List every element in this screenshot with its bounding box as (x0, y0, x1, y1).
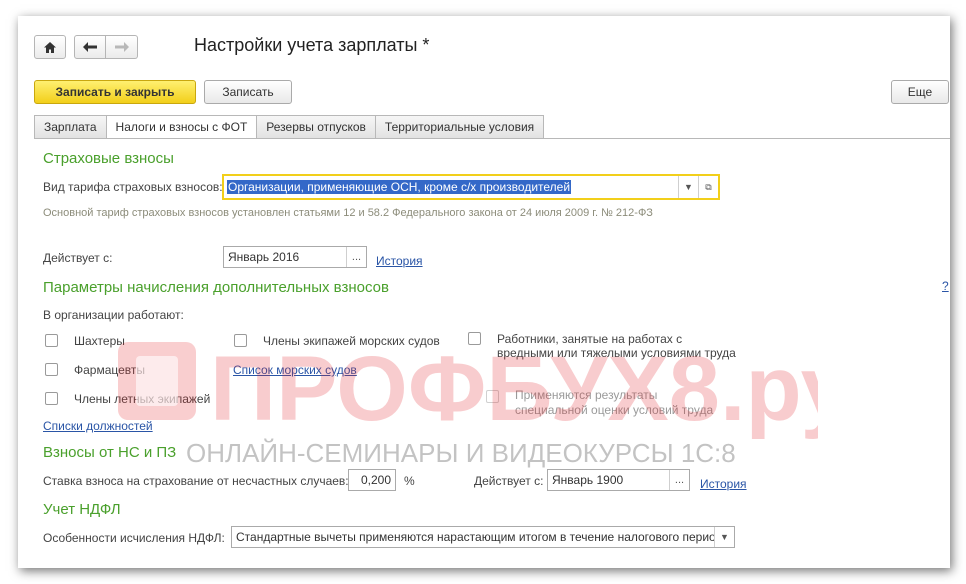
tab-bar: Зарплата Налоги и взносы с ФОТ Резервы о… (34, 115, 545, 139)
effective-date-value: Январь 2016 (228, 250, 300, 264)
section-ndfl: Учет НДФЛ (43, 501, 121, 518)
pharmacists-checkbox[interactable] (45, 363, 58, 376)
forward-button[interactable] (106, 35, 138, 59)
tab-territorial[interactable]: Территориальные условия (375, 115, 545, 139)
insurance-history-link[interactable]: История (376, 254, 423, 268)
help-link[interactable]: ? (942, 279, 949, 293)
tariff-value: Организации, применяющие ОСН, кроме с/х … (227, 180, 572, 194)
tab-divider (34, 138, 950, 139)
tariff-note: Основной тариф страховых взносов установ… (43, 207, 653, 219)
ships-list-link[interactable]: Список морских судов (233, 363, 357, 377)
accident-history-link[interactable]: История (700, 477, 747, 491)
open-window-icon: ⧉ (705, 181, 712, 192)
hazard-label-line2: вредными или тяжелыми условиями труда (497, 346, 736, 360)
watermark-tagline: ОНЛАЙН-СЕМИНАРЫ И ВИДЕОКУРСЫ 1С:8 (186, 438, 736, 468)
accident-rate-label: Ставка взноса на страхование от несчастн… (43, 474, 349, 488)
accident-effective-field[interactable]: Январь 1900 ... (547, 469, 690, 491)
arrow-right-icon (114, 42, 129, 52)
settings-window: Настройки учета зарплаты * Записать и за… (18, 16, 950, 568)
special-assessment-checkbox[interactable] (486, 390, 499, 403)
miners-checkbox[interactable] (45, 334, 58, 347)
page-title: Настройки учета зарплаты * (194, 35, 430, 55)
org-employs-label: В организации работают: (43, 308, 184, 322)
ndfl-calc-label: Особенности исчисления НДФЛ: (43, 531, 225, 545)
accident-date-picker[interactable]: ... (669, 470, 689, 490)
ellipsis-icon: ... (674, 474, 685, 486)
effective-date-picker[interactable]: ... (346, 247, 366, 267)
tab-vacation-reserves[interactable]: Резервы отпусков (257, 115, 376, 139)
hazard-checkbox[interactable] (468, 332, 481, 345)
ellipsis-icon: ... (351, 251, 362, 263)
chevron-down-icon: ▼ (684, 182, 693, 192)
tariff-open[interactable]: ⧉ (698, 176, 718, 198)
tab-taxes[interactable]: Налоги и взносы с ФОТ (106, 115, 258, 139)
home-button[interactable] (34, 35, 66, 59)
save-button[interactable]: Записать (204, 80, 292, 104)
effective-label: Действует с: (43, 251, 113, 265)
special-assessment-line1: Применяются результаты (515, 388, 658, 402)
home-icon (44, 41, 56, 53)
accident-effective-value: Январь 1900 (552, 473, 624, 487)
accident-rate-unit: % (404, 474, 415, 488)
history-nav (74, 35, 138, 59)
miners-label: Шахтеры (74, 334, 125, 348)
section-accident: Взносы от НС и ПЗ (43, 444, 177, 461)
accident-rate-input[interactable]: 0,200 (348, 469, 396, 491)
save-and-close-button[interactable]: Записать и закрыть (34, 80, 196, 104)
flight-crew-label: Члены летных экипажей (74, 392, 211, 406)
flight-crew-checkbox[interactable] (45, 392, 58, 405)
effective-date-field[interactable]: Январь 2016 ... (223, 246, 367, 268)
special-assessment-line2: специальной оценки условий труда (515, 403, 714, 417)
ndfl-calc-value: Стандартные вычеты применяются нарастающ… (236, 530, 714, 544)
hazard-label-line1: Работники, занятые на работах с (497, 332, 683, 346)
more-button[interactable]: Еще (891, 80, 949, 104)
tariff-dropdown[interactable]: ▼ (678, 176, 698, 198)
positions-list-link[interactable]: Списки должностей (43, 419, 153, 433)
accident-rate-value: 0,200 (360, 473, 391, 487)
ndfl-calc-select[interactable]: Стандартные вычеты применяются нарастающ… (231, 526, 735, 548)
sea-crew-label: Члены экипажей морских судов (263, 334, 440, 348)
tariff-label: Вид тарифа страховых взносов: (43, 180, 223, 194)
sea-crew-checkbox[interactable] (234, 334, 247, 347)
ndfl-calc-dropdown[interactable]: ▼ (714, 527, 734, 547)
back-button[interactable] (74, 35, 106, 59)
chevron-down-icon: ▼ (720, 532, 729, 542)
tab-salary[interactable]: Зарплата (34, 115, 107, 139)
tariff-select[interactable]: Организации, применяющие ОСН, кроме с/х … (222, 174, 720, 200)
section-insurance: Страховые взносы (43, 150, 174, 167)
arrow-left-icon (83, 42, 97, 52)
pharmacists-label: Фармацевты (74, 363, 146, 377)
section-additional: Параметры начисления дополнительных взно… (43, 279, 389, 296)
accident-effective-label: Действует с: (474, 474, 544, 488)
